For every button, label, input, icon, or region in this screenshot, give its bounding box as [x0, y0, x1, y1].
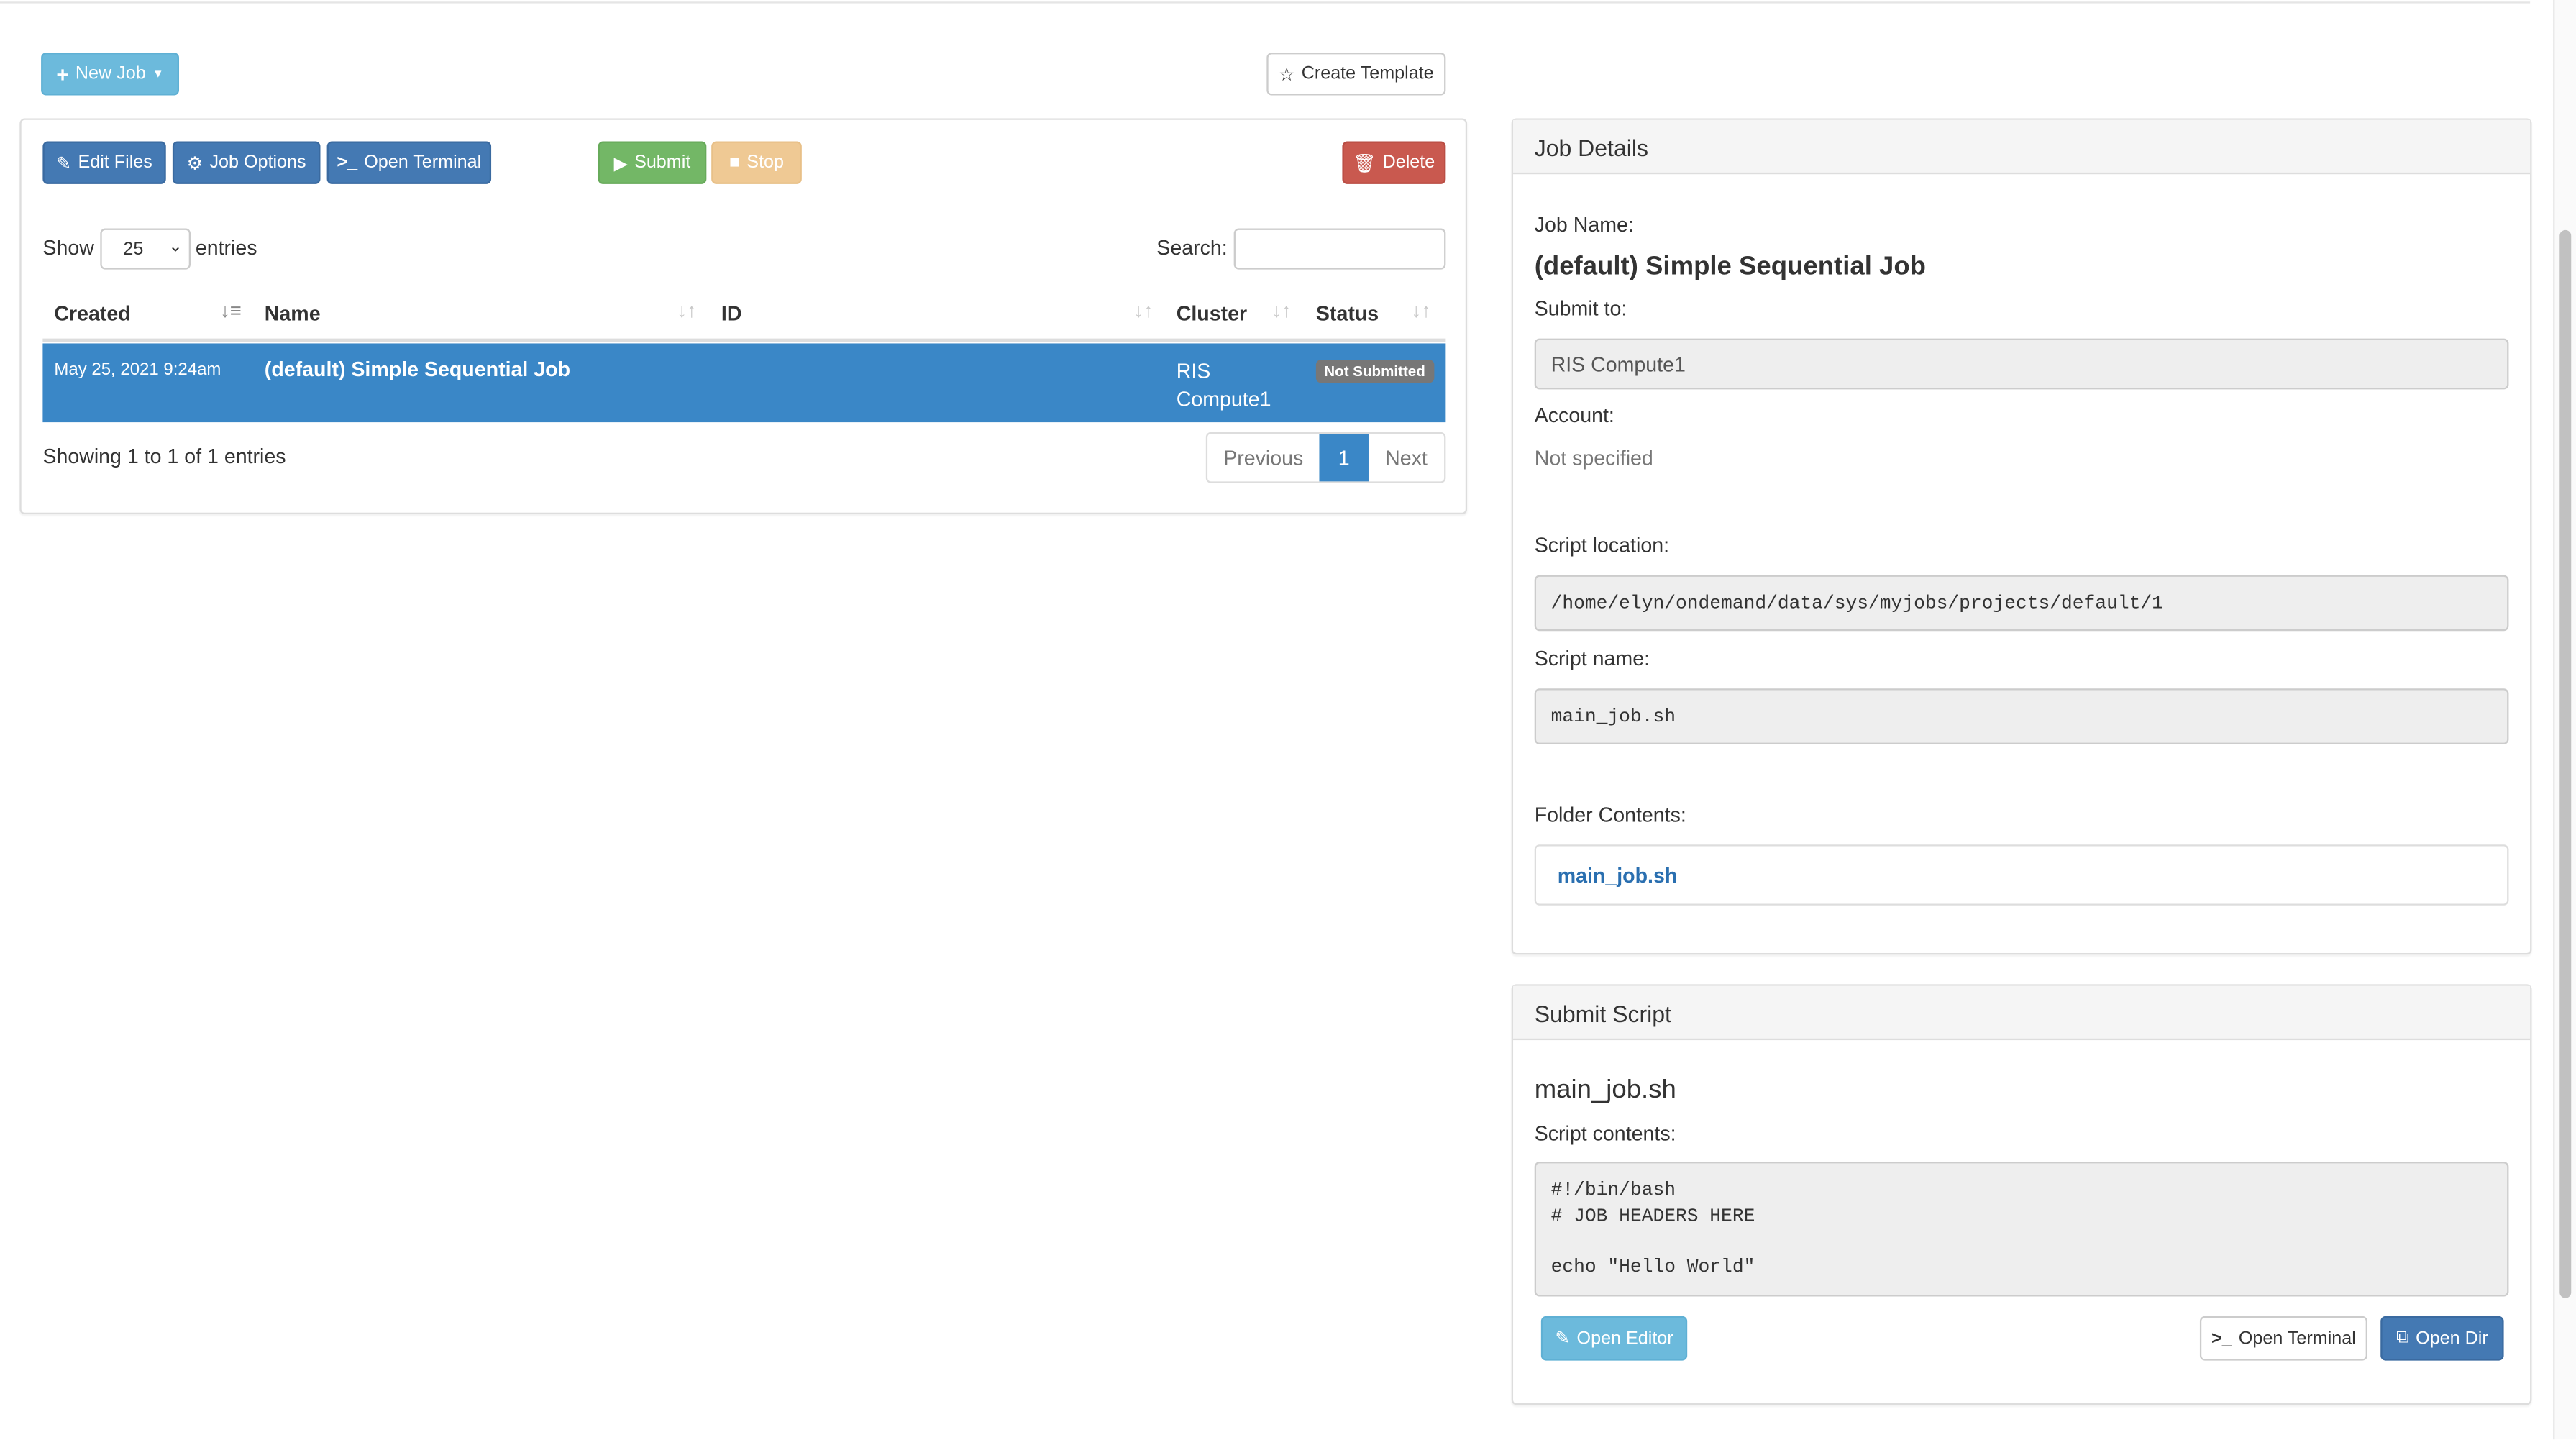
script-contents-label: Script contents: — [1534, 1122, 1676, 1146]
file-link[interactable]: main_job.sh — [1558, 864, 1678, 887]
job-name-value: (default) Simple Sequential Job — [1534, 252, 1927, 281]
account-value: Not specified — [1534, 447, 1653, 470]
table-row[interactable]: May 25, 2021 9:24am (default) Simple Seq… — [42, 343, 1446, 423]
script-location-value: /home/elyn/ondemand/data/sys/myjobs/proj… — [1550, 592, 2163, 614]
next-page-button[interactable]: Next — [1369, 434, 1444, 481]
page-length-select[interactable]: 25 ⌄ — [100, 228, 191, 270]
column-created[interactable]: Created — [54, 302, 130, 325]
cell-created: May 25, 2021 9:24am — [54, 360, 221, 380]
job-details-title: Job Details — [1513, 119, 2531, 175]
scrollbar[interactable] — [2553, 0, 2576, 1440]
page-length-value: 25 — [123, 240, 144, 260]
script-location-field: /home/elyn/ondemand/data/sys/myjobs/proj… — [1534, 575, 2509, 632]
submit-script-title: Submit Script — [1513, 985, 2531, 1041]
play-icon: ▶ — [613, 153, 628, 174]
star-icon: ☆ — [1279, 65, 1295, 85]
script-name-label: Script name: — [1534, 647, 1650, 671]
show-label: Show — [42, 236, 94, 260]
cell-cluster: RIS Compute1 — [1176, 360, 1271, 411]
create-template-label: Create Template — [1301, 64, 1434, 84]
open-dir-button[interactable]: ⧉ Open Dir — [2380, 1316, 2504, 1361]
job-details-panel: Job Details Job Name: (default) Simple S… — [1511, 118, 2532, 955]
sort-desc-icon[interactable]: ↓≡ — [220, 299, 242, 322]
script-file-name: main_job.sh — [1534, 1076, 1676, 1105]
external-link-icon: ⧉ — [2396, 1327, 2410, 1348]
account-label: Account: — [1534, 404, 1614, 427]
job-composer-page: + New Job ▼ ☆ Create Template ✎ Edit File… — [0, 0, 2576, 1440]
submit-button[interactable]: ▶ Submit — [598, 141, 707, 184]
page-1-button[interactable]: 1 — [1319, 434, 1369, 482]
terminal-icon: >_ — [337, 152, 358, 173]
pencil-icon: ✎ — [1555, 1329, 1571, 1349]
sort-icon[interactable]: ↓↑ — [1411, 299, 1430, 322]
gear-icon: ⚙ — [186, 153, 204, 174]
create-template-button[interactable]: ☆ Create Template — [1266, 53, 1446, 96]
new-job-dropdown-button[interactable]: + New Job ▼ — [41, 53, 180, 96]
open-terminal-script-button[interactable]: >_ Open Terminal — [2199, 1316, 2367, 1361]
job-options-label: Job Options — [209, 152, 306, 173]
submit-to-field: RIS Compute1 — [1534, 338, 2509, 390]
column-cluster[interactable]: Cluster — [1177, 302, 1247, 325]
folder-contents-label: Folder Contents: — [1534, 803, 1686, 827]
script-name-value: main_job.sh — [1550, 706, 1676, 727]
edit-files-label: Edit Files — [78, 152, 152, 173]
column-status[interactable]: Status — [1316, 302, 1379, 325]
sort-icon[interactable]: ↓↑ — [1271, 299, 1291, 322]
script-name-field: main_job.sh — [1534, 688, 2509, 744]
folder-contents-list: main_job.sh — [1534, 844, 2509, 906]
chevron-down-icon: ⌄ — [168, 238, 183, 257]
open-terminal-button[interactable]: >_ Open Terminal — [326, 141, 492, 184]
sort-icon[interactable]: ↓↑ — [1133, 299, 1153, 322]
job-name-label: Job Name: — [1534, 213, 1634, 237]
open-terminal-script-label: Open Terminal — [2238, 1329, 2356, 1349]
stop-button[interactable]: ■ Stop — [711, 141, 802, 184]
open-editor-label: Open Editor — [1576, 1329, 1673, 1349]
submit-to-value: RIS Compute1 — [1550, 352, 1686, 376]
trash-icon: 🗑 — [1353, 153, 1376, 174]
column-name[interactable]: Name — [265, 302, 321, 325]
delete-button[interactable]: 🗑 Delete — [1342, 141, 1446, 184]
plus-icon: + — [56, 61, 69, 86]
table-header: Created ↓≡ Name ↓↑ ID ↓↑ Cluster ↓↑ Stat… — [42, 284, 1446, 342]
sort-icon[interactable]: ↓↑ — [677, 299, 696, 322]
jobs-panel: ✎ Edit Files ⚙ Job Options >_ Open Terminal… — [19, 118, 1468, 515]
script-contents: #!/bin/bash # JOB HEADERS HERE echo "Hel… — [1534, 1162, 2509, 1297]
script-location-label: Script location: — [1534, 534, 1670, 557]
submit-to-label: Submit to: — [1534, 297, 1627, 321]
submit-script-panel: Submit Script main_job.sh Script content… — [1511, 984, 2532, 1405]
caret-down-icon: ▼ — [152, 68, 164, 80]
table-info: Showing 1 to 1 of 1 entries — [42, 445, 286, 469]
previous-page-button[interactable]: Previous — [1207, 434, 1319, 481]
new-job-label: New Job — [75, 64, 146, 84]
search-label: Search: — [1156, 236, 1228, 260]
stop-label: Stop — [746, 152, 785, 173]
open-editor-button[interactable]: ✎ Open Editor — [1540, 1316, 1688, 1361]
top-divider — [0, 0, 2531, 4]
terminal-icon: >_ — [2211, 1329, 2232, 1349]
stop-icon: ■ — [729, 152, 741, 173]
delete-label: Delete — [1382, 152, 1435, 173]
pagination: Previous 1 Next — [1205, 432, 1446, 483]
submit-label: Submit — [634, 152, 691, 173]
search-input[interactable] — [1233, 228, 1446, 270]
edit-files-button[interactable]: ✎ Edit Files — [42, 141, 166, 184]
column-id[interactable]: ID — [721, 302, 742, 325]
scrollbar-thumb[interactable] — [2559, 229, 2572, 1298]
job-options-button[interactable]: ⚙ Job Options — [172, 141, 321, 184]
open-terminal-label: Open Terminal — [364, 152, 482, 173]
status-badge: Not Submitted — [1315, 360, 1434, 383]
open-dir-label: Open Dir — [2416, 1329, 2488, 1349]
entries-label: entries — [195, 236, 257, 260]
cell-name: (default) Simple Sequential Job — [264, 358, 571, 382]
edit-icon: ✎ — [56, 153, 72, 174]
